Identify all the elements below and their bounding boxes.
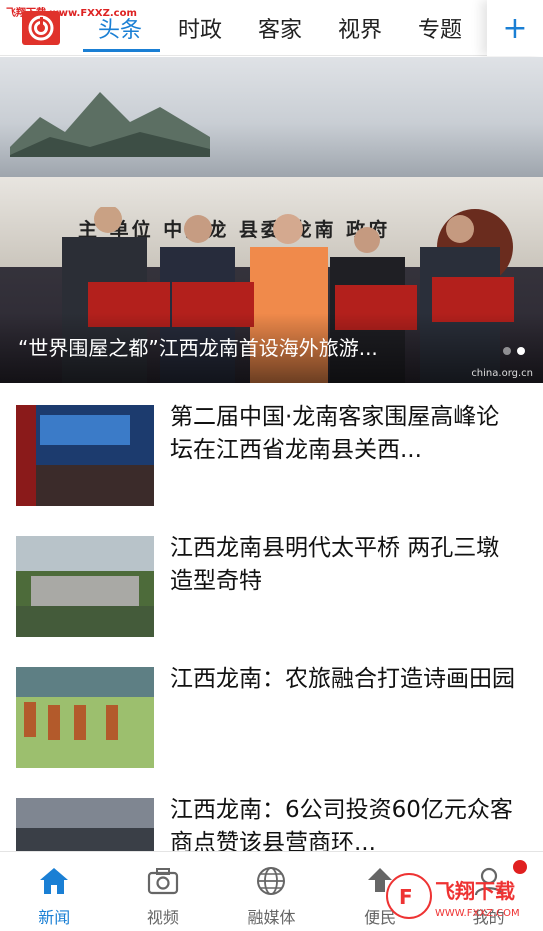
svg-text:飞翔下载: 飞翔下载 [435,879,515,903]
bottom-nav-label: 视频 [146,908,179,927]
plus-icon: + [502,10,528,46]
carousel-dot-active[interactable] [517,347,525,355]
tab-hakka[interactable]: 客家 [240,0,320,56]
svg-text:WWW.FXXZ.COM: WWW.FXXZ.COM [435,908,520,919]
bottom-nav-news[interactable]: 新闻 [0,852,109,931]
tab-topics[interactable]: 专题 [400,0,480,56]
hero-carousel[interactable]: 主 单位 中共龙 县委 龙南 政府 “世界围屋之都”江西龙南首设海外旅游... … [0,57,543,383]
watermark-logo: F 飞翔下载 WWW.FXXZ.COM [386,873,520,919]
hero-caption: “世界围屋之都”江西龙南首设海外旅游... [18,336,378,360]
tab-vision[interactable]: 视界 [320,0,400,56]
bottom-nav-video[interactable]: 视频 [109,852,218,931]
svg-text:F: F [399,885,413,909]
spiral-logo-icon [28,15,54,41]
bottom-nav-label: 融媒体 [247,908,296,927]
news-thumbnail [16,536,154,637]
mountain-painting [10,92,210,157]
image-watermark: china.org.cn [471,368,533,379]
list-item[interactable]: 第二届中国·龙南客家围屋高峰论坛在江西省龙南县关西... [0,383,543,514]
globe-icon [257,867,286,895]
channel-tabs: 头条 时政 客家 视界 专题 [80,0,480,56]
news-list: 第二届中国·龙南客家围屋高峰论坛在江西省龙南县关西... 江西龙南县明代太平桥 … [0,383,543,907]
news-thumbnail [16,667,154,768]
list-item[interactable]: 江西龙南县明代太平桥 两孔三墩造型奇特 [0,514,543,645]
add-channel-button[interactable]: + [487,0,543,56]
news-title: 江西龙南：农旅融合打造诗画田园 [170,666,515,692]
tab-headlines[interactable]: 头条 [80,0,160,56]
camera-icon [147,868,178,895]
bottom-nav-media[interactable]: 融媒体 [217,852,326,931]
carousel-dot[interactable] [503,347,511,355]
news-title: 江西龙南县明代太平桥 两孔三墩造型奇特 [170,535,500,594]
news-thumbnail [16,405,154,506]
news-title: 第二届中国·龙南客家围屋高峰论坛在江西省龙南县关西... [170,404,500,463]
carousel-indicators [503,347,525,355]
top-nav-bar: 飞翔下载 www.FXXZ.com 头条 时政 客家 视界 专题 + [0,0,543,56]
tab-politics[interactable]: 时政 [160,0,240,56]
bottom-nav-label: 新闻 [38,908,71,927]
app-logo[interactable] [22,11,60,45]
home-icon [40,868,69,894]
list-item[interactable]: 江西龙南：农旅融合打造诗画田园 [0,645,543,776]
hero-banner-image [0,57,543,177]
